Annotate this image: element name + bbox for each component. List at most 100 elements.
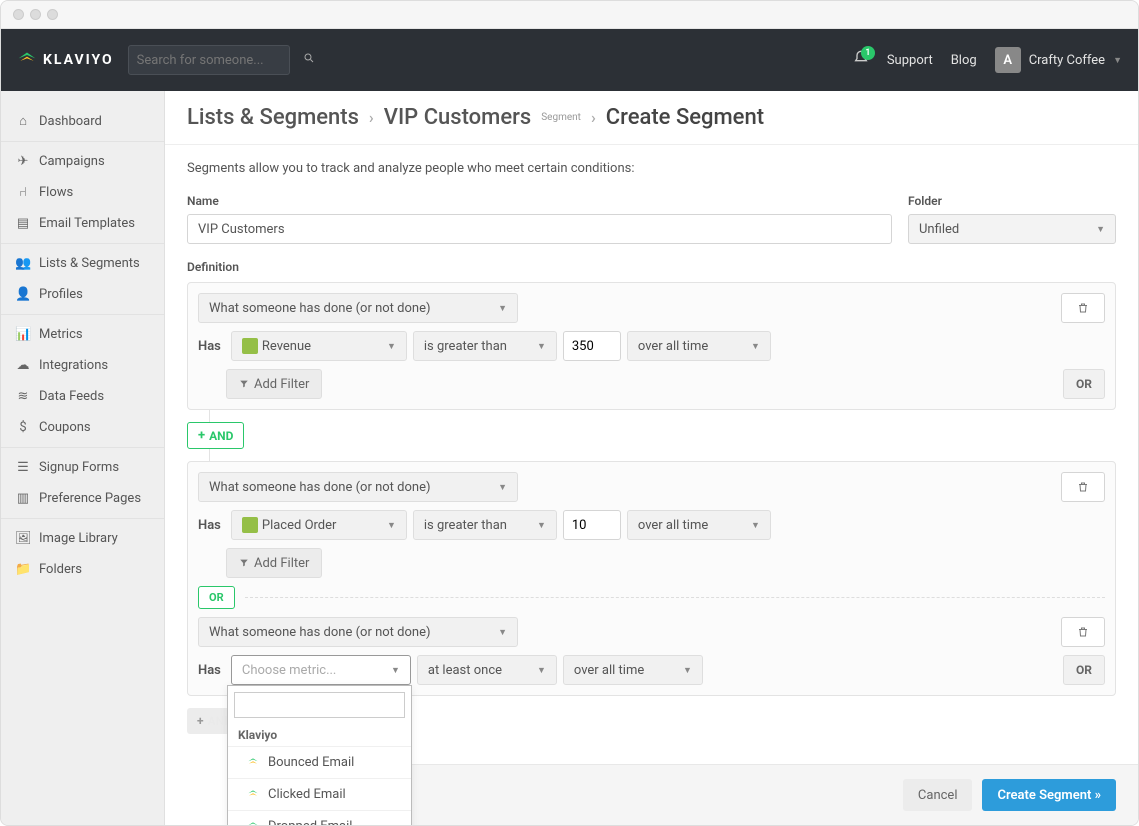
sidebar: ⌂ Dashboard ✈Campaigns ⑁ Flows ▤ Email Templat…	[1, 91, 165, 825]
sidebar-item-label: Lists & Segments	[39, 256, 140, 271]
range-select[interactable]: over all time▼	[563, 655, 703, 685]
has-label: Has	[198, 663, 221, 678]
chevron-right-icon: ›	[369, 108, 374, 127]
cancel-button[interactable]: Cancel	[903, 779, 973, 811]
or-button[interactable]: OR	[1063, 655, 1105, 685]
sidebar-item-signup-forms[interactable]: ☰ Signup Forms	[1, 452, 164, 483]
user-icon: 👤	[15, 287, 31, 302]
sidebar-item-image-library[interactable]: 🖼Image Library	[1, 523, 164, 554]
sidebar-item-label: Dashboard	[39, 114, 102, 129]
page-description: Segments allow you to track and analyze …	[187, 161, 1116, 176]
range-select[interactable]: over all time▼	[627, 331, 771, 361]
flow-icon: ⑁	[15, 185, 31, 200]
window-dot-min[interactable]	[30, 9, 41, 20]
pref-icon: ▥	[15, 491, 31, 506]
dropdown-item[interactable]: Bounced Email	[228, 746, 411, 778]
search-icon	[303, 52, 315, 68]
sidebar-item-label: Flows	[39, 185, 73, 200]
feed-icon: ≋	[15, 389, 31, 404]
sidebar-item-folders[interactable]: 📁Folders	[1, 554, 164, 585]
sidebar-item-email-templates[interactable]: ▤ Email Templates	[1, 208, 164, 239]
klaviyo-icon	[246, 788, 260, 802]
sidebar-item-label: Image Library	[39, 531, 118, 546]
or-button[interactable]: OR	[1063, 369, 1105, 399]
metric-select-open[interactable]: Choose metric...▼	[231, 655, 411, 685]
delete-condition-button[interactable]	[1061, 293, 1105, 323]
sidebar-item-label: Signup Forms	[39, 460, 119, 475]
delete-condition-button[interactable]	[1061, 472, 1105, 502]
cloud-icon: ☁	[15, 358, 31, 373]
klaviyo-icon	[246, 820, 260, 826]
sidebar-item-data-feeds[interactable]: ≋Data Feeds	[1, 381, 164, 412]
sidebar-item-label: Metrics	[39, 327, 83, 342]
and-button[interactable]: +AND	[187, 422, 244, 449]
folder-label: Folder	[908, 194, 1116, 208]
sidebar-item-preference-pages[interactable]: ▥Preference Pages	[1, 483, 164, 514]
or-pill: OR	[198, 586, 235, 609]
value-input[interactable]	[563, 510, 621, 540]
chevron-down-icon: ▼	[1096, 224, 1105, 235]
has-label: Has	[198, 518, 221, 533]
shopify-icon	[242, 338, 258, 354]
metric-select[interactable]: Revenue▼	[231, 331, 407, 361]
value-input[interactable]	[563, 331, 621, 361]
account-name: Crafty Coffee	[1029, 53, 1105, 68]
range-select[interactable]: over all time▼	[627, 510, 771, 540]
metric-select[interactable]: Placed Order▼	[231, 510, 407, 540]
breadcrumb-root[interactable]: Lists & Segments	[187, 105, 359, 130]
sidebar-item-metrics[interactable]: 📊Metrics	[1, 319, 164, 350]
condition-block-2: What someone has done (or not done)▼ Has…	[187, 461, 1116, 696]
sidebar-item-lists-segments[interactable]: 👥Lists & Segments	[1, 248, 164, 279]
sidebar-item-profiles[interactable]: 👤 Profiles	[1, 279, 164, 310]
condition-type-select[interactable]: What someone has done (or not done)▼	[198, 472, 518, 502]
add-filter-button[interactable]: Add Filter	[226, 369, 322, 399]
operator-select[interactable]: is greater than▼	[413, 331, 557, 361]
chevron-right-icon: ›	[591, 108, 596, 127]
create-segment-button[interactable]: Create Segment »	[982, 779, 1116, 811]
notifications-badge: 1	[861, 46, 875, 60]
window-dot-max[interactable]	[47, 9, 58, 20]
dropdown-section: Klaviyo	[228, 724, 411, 746]
breadcrumb-current: Create Segment	[606, 105, 764, 130]
footer-actions: Cancel Create Segment »	[329, 764, 1138, 825]
definition-label: Definition	[187, 260, 1116, 274]
operator-select[interactable]: at least once▼	[417, 655, 557, 685]
operator-select[interactable]: is greater than▼	[413, 510, 557, 540]
sidebar-item-coupons[interactable]: $Coupons	[1, 412, 164, 443]
sidebar-item-integrations[interactable]: ☁ Integrations	[1, 350, 164, 381]
support-link[interactable]: Support	[887, 53, 933, 68]
search-input[interactable]	[137, 53, 303, 68]
folder-select[interactable]: Unfiled ▼	[908, 214, 1116, 244]
avatar: A	[995, 47, 1021, 73]
search-box[interactable]	[128, 45, 290, 75]
breadcrumb-item[interactable]: VIP Customers	[384, 105, 531, 130]
sidebar-item-dashboard[interactable]: ⌂ Dashboard	[1, 105, 164, 137]
blog-link[interactable]: Blog	[951, 53, 977, 68]
condition-type-select[interactable]: What someone has done (or not done)▼	[198, 617, 518, 647]
window-dot-close[interactable]	[13, 9, 24, 20]
main-content: Lists & Segments › VIP Customers Segment…	[165, 91, 1138, 825]
account-menu[interactable]: A Crafty Coffee ▼	[995, 47, 1122, 73]
breadcrumb: Lists & Segments › VIP Customers Segment…	[187, 105, 1116, 130]
shopify-icon	[242, 517, 258, 533]
add-filter-button[interactable]: Add Filter	[226, 548, 322, 578]
sidebar-item-label: Email Templates	[39, 216, 135, 231]
brand-logo[interactable]: KLAVIYO	[17, 50, 114, 70]
dropdown-item[interactable]: Clicked Email	[228, 778, 411, 810]
delete-condition-button[interactable]	[1061, 617, 1105, 647]
sidebar-item-flows[interactable]: ⑁ Flows	[1, 177, 164, 208]
sidebar-item-label: Profiles	[39, 287, 83, 302]
name-label: Name	[187, 194, 892, 208]
metric-dropdown: Klaviyo Bounced EmailClicked EmailDroppe…	[227, 685, 412, 826]
condition-type-select[interactable]: What someone has done (or not done)▼	[198, 293, 518, 323]
dropdown-item[interactable]: Dropped Email	[228, 810, 411, 826]
metric-dropdown-search[interactable]	[234, 692, 405, 718]
form-icon: ☰	[15, 460, 31, 475]
window-titlebar	[1, 1, 1138, 29]
segment-name-input[interactable]	[187, 214, 892, 244]
sidebar-item-campaigns[interactable]: ✈Campaigns	[1, 146, 164, 177]
notifications-button[interactable]: 1	[853, 50, 869, 70]
sidebar-item-label: Integrations	[39, 358, 108, 373]
home-icon: ⌂	[15, 113, 31, 129]
template-icon: ▤	[15, 216, 31, 231]
